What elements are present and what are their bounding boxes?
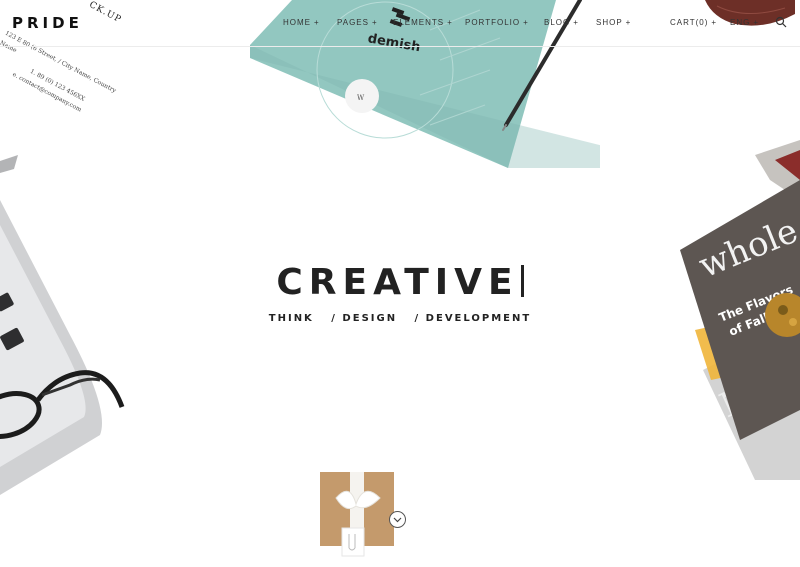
hero-subtitle-think: THINK xyxy=(268,313,314,324)
nav-blog-label: BLOG xyxy=(544,18,571,27)
nav-pages-plus-icon: + xyxy=(371,18,378,27)
laptop-illustration xyxy=(0,155,125,495)
nav-home-label: HOME xyxy=(283,18,311,27)
nav-portfolio-plus-icon: + xyxy=(523,18,529,27)
typing-cursor xyxy=(520,265,524,297)
hero-subtitle: THINK / DESIGN / DEVELOPMENT xyxy=(0,313,800,324)
search-icon[interactable] xyxy=(775,16,787,28)
scroll-down-button[interactable] xyxy=(389,511,406,528)
nav-home[interactable]: HOME + xyxy=(283,18,320,27)
nav-elements-plus-icon: + xyxy=(447,18,453,27)
cart-link[interactable]: CART(0) + xyxy=(670,18,717,27)
hero-title-text: CREATIVE xyxy=(276,262,519,303)
cart-label: CART(0) xyxy=(670,18,709,27)
gift-box xyxy=(320,472,394,557)
header-divider xyxy=(0,46,800,47)
nav-blog-plus-icon: + xyxy=(573,18,579,27)
hero-subtitle-design: / DESIGN xyxy=(331,313,398,324)
site-logo[interactable]: PRIDE xyxy=(12,14,83,32)
hero-subtitle-development: / DEVELOPMENT xyxy=(414,313,532,324)
nav-elements-label: ELEMENTS xyxy=(393,18,445,27)
nav-portfolio-label: PORTFOLIO xyxy=(465,18,521,27)
nav-shop[interactable]: SHOP + xyxy=(596,18,631,27)
nav-elements[interactable]: ELEMENTS + xyxy=(393,18,453,27)
chevron-down-icon xyxy=(393,517,402,522)
language-label: ENG xyxy=(730,18,751,27)
svg-text:W: W xyxy=(357,94,365,102)
site-header: PRIDE HOME + PAGES + ELEMENTS + PORTFOLIO + … xyxy=(0,0,800,46)
nav-portfolio[interactable]: PORTFOLIO + xyxy=(465,18,529,27)
nav-shop-label: SHOP xyxy=(596,18,623,27)
language-selector[interactable]: ENG + xyxy=(730,18,759,27)
nav-home-plus-icon: + xyxy=(314,18,320,27)
hero-title: CREATIVE xyxy=(0,258,800,308)
nav-pages-label: PAGES xyxy=(337,18,369,27)
nav-pages[interactable]: PAGES + xyxy=(337,18,378,27)
magazine-stack: N whole The Flavors of Fall xyxy=(680,140,800,480)
nav-blog[interactable]: BLOG + xyxy=(544,18,579,27)
nav-shop-plus-icon: + xyxy=(625,18,632,27)
cart-plus-icon: + xyxy=(711,18,718,27)
language-plus-icon: + xyxy=(753,18,760,27)
